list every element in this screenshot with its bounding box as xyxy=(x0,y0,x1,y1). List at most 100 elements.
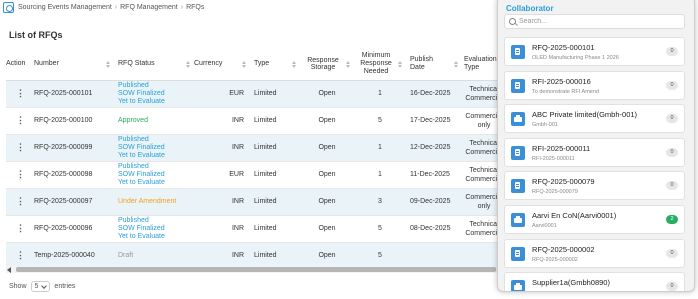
rfq-number-link[interactable]: RFQ-2025-000098 xyxy=(34,171,92,178)
row-action-menu[interactable]: ⋮ xyxy=(6,242,34,270)
table-row[interactable]: ⋮ RFQ-2025-000098 Published SOW Finalized Ye… xyxy=(6,161,498,189)
cell-evaluation-type: TechnicalCommercial xyxy=(462,80,498,108)
collaborator-item[interactable]: RFQ-2025-000002 RFQ-2025-000002 0 xyxy=(504,238,685,268)
app-logo-icon[interactable] xyxy=(3,1,14,13)
cell-min: 1 xyxy=(354,80,406,108)
cell-status: Published SOW Finalized Yet to Evaluate xyxy=(114,215,194,243)
collaborator-search[interactable] xyxy=(504,14,685,29)
row-action-menu[interactable]: ⋮ xyxy=(6,107,34,135)
rfq-number-link[interactable]: RFQ-2025-000101 xyxy=(34,90,92,97)
min-value: 5 xyxy=(378,225,382,232)
document-icon xyxy=(511,78,525,93)
column-header-number[interactable]: Number xyxy=(34,48,114,81)
sort-icon[interactable] xyxy=(398,61,403,68)
breadcrumb-separator-icon: › xyxy=(180,3,184,11)
table-header-row: Action Number RFQ Status Currency Type R… xyxy=(6,48,498,81)
collaborator-item-subtitle: Gmbh-001 xyxy=(532,122,558,129)
unread-count-badge: 0 xyxy=(666,114,678,124)
more-vertical-icon[interactable]: ⋮ xyxy=(16,142,25,152)
document-icon xyxy=(511,145,525,160)
more-vertical-icon[interactable]: ⋮ xyxy=(16,115,25,125)
row-action-menu[interactable]: ⋮ xyxy=(6,188,34,216)
sort-icon[interactable] xyxy=(106,61,111,68)
cell-type: Limited xyxy=(250,161,300,189)
more-vertical-icon[interactable]: ⋮ xyxy=(16,169,25,179)
collaborator-list: RFQ-2025-000101 OLED Manufacturing Phase … xyxy=(504,37,685,291)
breadcrumb-item-rfq-management[interactable]: RFQ Management xyxy=(120,4,178,11)
table-row[interactable]: ⋮ Temp-2025-000040 Draft INR Limited Open 5 xyxy=(6,242,498,270)
collaborator-item[interactable]: Supplier1a(Gmbh0890) 0 xyxy=(504,272,685,291)
sort-icon[interactable] xyxy=(242,61,247,68)
more-vertical-icon[interactable]: ⋮ xyxy=(16,88,25,98)
page-size-select[interactable]: 5 xyxy=(30,281,51,292)
sort-icon[interactable] xyxy=(346,61,351,68)
sort-icon[interactable] xyxy=(186,61,191,68)
column-header-type[interactable]: Type xyxy=(250,48,300,81)
evaluation-text: Technical xyxy=(469,139,498,147)
status-text: SOW Finalized xyxy=(118,170,165,178)
row-action-menu[interactable]: ⋮ xyxy=(6,134,34,162)
rfq-number-link[interactable]: RFQ-2025-000097 xyxy=(34,198,92,205)
status-text: SOW Finalized xyxy=(118,89,165,97)
table-row[interactable]: ⋮ RFQ-2025-000097 Under Amendment INR Limite… xyxy=(6,188,498,216)
chevron-down-icon xyxy=(41,282,48,289)
rfq-number-link[interactable]: Temp-2025-000040 xyxy=(34,252,95,259)
table-row[interactable]: ⋮ RFQ-2025-000099 Published SOW Finalized Ye… xyxy=(6,134,498,162)
collaborator-item[interactable]: RFI-2025-000011 RFI-2025-000011 0 xyxy=(504,137,685,167)
column-header-action: Action xyxy=(6,48,34,81)
table-row[interactable]: ⋮ RFQ-2025-000096 Published SOW Finalized Ye… xyxy=(6,215,498,243)
unread-count-badge: 0 xyxy=(666,147,678,157)
table-row[interactable]: ⋮ RFQ-2025-000101 Published SOW Finalized Ye… xyxy=(6,80,498,108)
rfq-number-link[interactable]: RFQ-2025-000096 xyxy=(34,225,92,232)
currency-value: INR xyxy=(231,198,244,205)
rfq-number-link[interactable]: RFQ-2025-000099 xyxy=(34,144,92,151)
status-text: SOW Finalized xyxy=(118,143,165,151)
more-vertical-icon[interactable]: ⋮ xyxy=(16,196,25,206)
evaluation-text: only xyxy=(477,202,491,210)
collaborator-item[interactable]: RFQ-2025-000079 RFQ-2025-000079 0 xyxy=(504,171,685,201)
cell-status: Draft xyxy=(114,242,194,270)
column-header-currency[interactable]: Currency xyxy=(194,48,250,81)
row-action-menu[interactable]: ⋮ xyxy=(6,161,34,189)
collaborator-item[interactable]: Aarvi En CoN(Aarvi0001) Aarvi0001 2 xyxy=(504,204,685,234)
sort-icon[interactable] xyxy=(292,61,297,68)
status-text: Published xyxy=(118,81,149,89)
row-action-menu[interactable]: ⋮ xyxy=(6,215,34,243)
evaluation-text: only xyxy=(477,121,491,129)
cell-storage: Open xyxy=(300,107,354,135)
more-vertical-icon[interactable]: ⋮ xyxy=(16,250,25,260)
document-icon xyxy=(511,179,525,194)
row-action-menu[interactable]: ⋮ xyxy=(6,80,34,108)
status-text: Yet to Evaluate xyxy=(118,151,165,159)
horizontal-scrollbar[interactable] xyxy=(6,266,498,273)
table-row[interactable]: ⋮ RFQ-2025-000100 Approved INR Limited Open 5 1… xyxy=(6,107,498,135)
column-header-status[interactable]: RFQ Status xyxy=(114,48,194,81)
status-text: Draft xyxy=(118,252,134,259)
column-header-response-storage[interactable]: Response Storage xyxy=(300,48,354,81)
status-text: Yet to Evaluate xyxy=(118,178,165,186)
cell-type: Limited xyxy=(250,215,300,243)
storage-value: Open xyxy=(318,198,336,205)
evaluation-text: Commercial xyxy=(465,229,498,237)
organization-icon xyxy=(511,280,525,291)
collaborator-search-input[interactable] xyxy=(519,18,679,25)
more-vertical-icon[interactable]: ⋮ xyxy=(16,223,25,233)
collaborator-item[interactable]: RFQ-2025-000101 OLED Manufacturing Phase … xyxy=(504,37,685,66)
min-value: 3 xyxy=(378,198,382,205)
show-label: Show xyxy=(9,283,27,290)
cell-type: Limited xyxy=(250,80,300,108)
scrollbar-thumb[interactable] xyxy=(16,267,496,272)
collaborator-item[interactable]: RFI-2025-000016 To demonstrate RFI Amend 0 xyxy=(504,70,685,100)
sort-icon[interactable] xyxy=(454,61,459,68)
column-header-evaluation-type[interactable]: Evaluation Type xyxy=(462,48,498,81)
cell-currency: INR xyxy=(194,107,250,135)
cell-evaluation-type: TechnicalCommercial xyxy=(462,161,498,189)
column-header-publish-date[interactable]: Publish Date xyxy=(406,48,462,81)
scroll-left-icon[interactable] xyxy=(7,267,11,273)
rfq-number-link[interactable]: RFQ-2025-000100 xyxy=(34,117,92,124)
collaborator-item-name: RFQ-2025-000002 xyxy=(532,244,595,254)
column-header-minimum-response[interactable]: Minimum Response Needed xyxy=(354,48,406,81)
rfq-table: Action Number RFQ Status Currency Type R… xyxy=(6,48,498,270)
breadcrumb-item-sourcing[interactable]: Sourcing Events Management xyxy=(18,4,112,11)
collaborator-item[interactable]: ABC Private limited(Gmbh-001) Gmbh-001 0 xyxy=(504,104,685,134)
